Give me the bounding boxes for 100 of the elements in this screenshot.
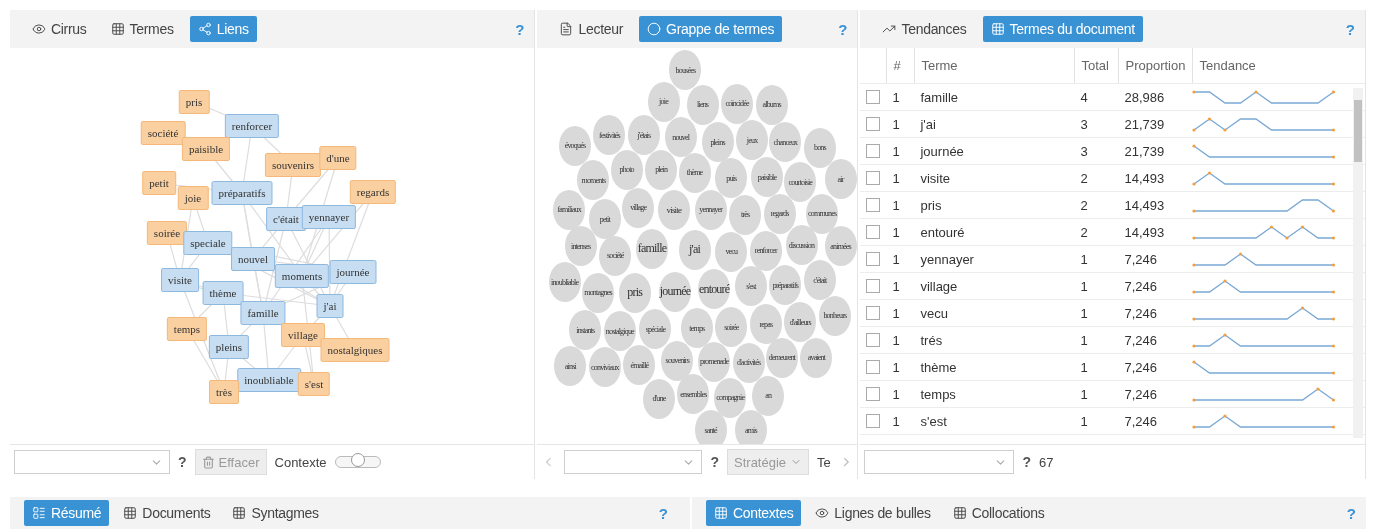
term-bubble[interactable]: bonheurs	[818, 295, 851, 336]
term-bubble[interactable]: festivités	[593, 115, 626, 156]
row-checkbox[interactable]	[866, 90, 881, 104]
term-bubble[interactable]: thème	[678, 152, 711, 193]
term-bubble[interactable]: regards	[763, 193, 796, 234]
panel-tab[interactable]: Syntagmes	[224, 500, 327, 526]
term-bubble[interactable]: famille	[636, 228, 668, 269]
term-bubble[interactable]: air	[824, 159, 857, 200]
term-bubble[interactable]: c'était	[803, 260, 836, 300]
help-icon[interactable]: ?	[710, 454, 719, 470]
column-header[interactable]: Tendance	[1192, 48, 1343, 83]
panel-tab[interactable]: Cirrus	[24, 16, 95, 42]
term-node[interactable]: souvenirs	[264, 153, 322, 177]
panel-tab[interactable]: Lecteur	[551, 16, 632, 42]
term-bubble[interactable]: liens	[686, 84, 719, 125]
term-bubble[interactable]: amis	[734, 410, 767, 444]
term-node[interactable]: j'ai	[316, 294, 344, 318]
help-icon[interactable]: ?	[1022, 454, 1032, 470]
term-node[interactable]: d'une	[319, 146, 357, 170]
term-combo-field[interactable]	[564, 450, 703, 474]
term-node[interactable]: c'était	[266, 207, 306, 231]
term-bubble[interactable]: avaient	[800, 337, 833, 378]
panel-tab[interactable]: Termes	[102, 16, 182, 42]
term-node[interactable]: famille	[240, 301, 286, 325]
term-bubble[interactable]: chanceux	[769, 122, 802, 163]
column-header[interactable]: Terme	[914, 48, 1075, 83]
row-checkbox[interactable]	[866, 117, 881, 131]
row-checkbox[interactable]	[866, 171, 881, 185]
term-bubble[interactable]: photo	[610, 149, 643, 190]
term-bubble[interactable]: nostalgique	[603, 311, 636, 352]
term-bubble[interactable]: compagnie	[714, 377, 747, 418]
panel-tab[interactable]: Documents	[115, 500, 219, 526]
term-node[interactable]: soirée	[146, 221, 188, 245]
term-node[interactable]: nostalgiques	[320, 338, 390, 362]
term-node[interactable]: yennayer	[301, 205, 357, 229]
term-bubble[interactable]: repas	[749, 304, 782, 345]
term-node[interactable]: paisible	[181, 137, 231, 161]
term-node[interactable]: speciale	[183, 231, 233, 255]
term-bubble[interactable]: intenses	[564, 226, 597, 267]
scrollbar-thumb[interactable]	[1354, 100, 1362, 162]
term-bubble[interactable]: d'activités	[732, 342, 765, 383]
term-bubble[interactable]: pris	[618, 272, 651, 313]
column-header[interactable]: Proportion	[1118, 48, 1193, 83]
term-bubble[interactable]: bons	[803, 127, 836, 168]
term-node[interactable]: visite	[161, 268, 199, 292]
term-node[interactable]: inoubliable	[237, 368, 301, 392]
term-bubble[interactable]: demeurent	[765, 337, 798, 378]
term-bubble[interactable]: plein	[645, 149, 678, 190]
term-bubble[interactable]: d'ailleurs	[784, 302, 817, 342]
term-node[interactable]: regards	[349, 180, 397, 204]
term-node[interactable]: petit	[142, 171, 176, 195]
term-node[interactable]: pleins	[208, 335, 250, 359]
row-checkbox[interactable]	[866, 225, 881, 239]
term-bubble[interactable]: communes	[806, 193, 839, 234]
term-bubble[interactable]: j'ai	[678, 229, 711, 270]
term-node[interactable]: préparatifs	[211, 181, 273, 205]
term-bubble[interactable]: visite	[657, 189, 690, 230]
context-slider[interactable]	[334, 456, 381, 468]
term-bubble[interactable]: conviviaux	[588, 347, 621, 388]
term-node[interactable]: joie	[177, 186, 209, 210]
term-bubble[interactable]: vecu	[715, 231, 748, 272]
term-bubble[interactable]: évoqués	[558, 125, 591, 166]
term-bubble[interactable]: spéciale	[639, 309, 672, 350]
term-bubble[interactable]: émaillé	[623, 345, 656, 386]
term-bubble[interactable]: renforcer	[749, 230, 782, 271]
term-bubble[interactable]: j'étais	[627, 115, 660, 156]
term-bubble[interactable]: discussion	[785, 225, 818, 266]
term-combo-field[interactable]	[14, 450, 170, 474]
term-bubble[interactable]: an	[752, 375, 785, 416]
term-bubble[interactable]: nouvel	[664, 117, 697, 158]
term-bubble[interactable]: société	[599, 235, 632, 276]
panel-tab[interactable]: Collocations	[944, 500, 1053, 526]
term-bubble[interactable]: ensembles	[677, 374, 710, 415]
term-bubble[interactable]: joie	[647, 81, 680, 122]
term-node[interactable]: journée	[329, 260, 377, 284]
term-node[interactable]: village	[281, 323, 325, 347]
term-bubble[interactable]: puis	[715, 158, 748, 199]
term-node[interactable]: s'est	[297, 372, 331, 396]
term-bubble[interactable]: coïncidée	[721, 83, 754, 124]
slider-thumb[interactable]	[350, 453, 365, 467]
term-bubble[interactable]: s'est	[734, 266, 767, 307]
term-bubble[interactable]: petit	[588, 199, 621, 240]
term-bubble[interactable]: animées	[824, 226, 857, 267]
term-node[interactable]: très	[209, 380, 239, 404]
term-bubble[interactable]: soirée	[715, 307, 748, 348]
term-combo-field[interactable]	[864, 450, 1015, 474]
row-checkbox[interactable]	[866, 252, 881, 266]
term-node[interactable]: moments	[274, 264, 330, 288]
term-bubble[interactable]: souvenirs	[661, 340, 694, 381]
scrollbar[interactable]	[1353, 88, 1363, 438]
term-bubble[interactable]: santé	[694, 410, 727, 444]
term-bubble[interactable]: entouré	[698, 269, 731, 310]
term-bubble[interactable]: promenade	[698, 341, 731, 382]
term-node[interactable]: nouvel	[231, 247, 275, 271]
term-node[interactable]: thème	[202, 281, 244, 305]
term-bubble[interactable]: inoubliable	[548, 262, 581, 303]
term-node[interactable]: temps	[166, 317, 208, 341]
term-bubble[interactable]: journée	[659, 271, 691, 312]
row-checkbox[interactable]	[866, 414, 881, 428]
term-bubble[interactable]: jeux	[736, 120, 769, 161]
